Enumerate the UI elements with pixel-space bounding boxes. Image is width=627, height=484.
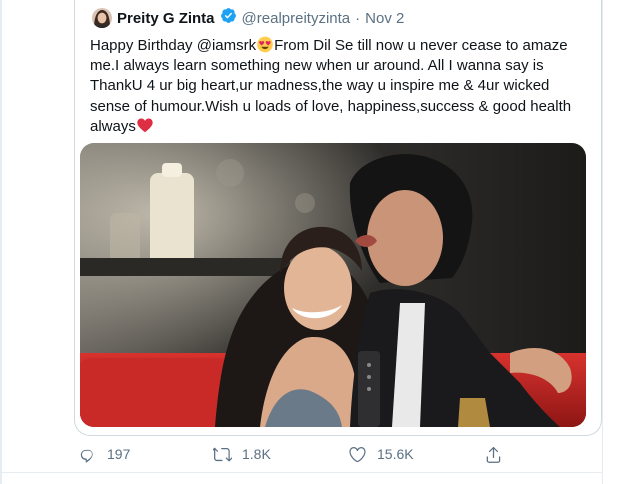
timeline-divider [0, 0, 2, 484]
retweet-button[interactable]: 1.8K [213, 442, 271, 466]
tweet-bottom-divider [0, 472, 602, 473]
reply-button[interactable]: 197 [78, 442, 130, 466]
share-icon [484, 445, 503, 464]
reply-count: 197 [107, 446, 131, 462]
tweet-header: Preity G Zinta @realpreityzinta · Nov 2 [92, 8, 404, 28]
share-button[interactable] [484, 442, 503, 466]
red-heart-emoji-icon [136, 117, 154, 134]
tweet-photo[interactable] [80, 143, 586, 427]
user-handle[interactable]: @realpreityzinta [242, 10, 351, 27]
like-icon [348, 445, 367, 464]
retweet-count: 1.8K [242, 446, 271, 462]
tweet-text-part1: Happy Birthday @iamsrk [90, 37, 257, 54]
like-button[interactable]: 15.6K [348, 442, 414, 466]
retweet-icon [213, 445, 232, 464]
reply-icon [78, 445, 97, 464]
tweet-date[interactable]: Nov 2 [365, 10, 404, 27]
verified-icon [220, 7, 237, 29]
tweet-action-bar: 197 1.8K 15.6K [0, 440, 602, 468]
heart-eyes-emoji-icon [256, 36, 274, 53]
separator-dot: · [355, 9, 361, 27]
like-count: 15.6K [377, 446, 414, 462]
timeline-divider [602, 0, 603, 484]
avatar[interactable] [92, 8, 112, 28]
tweet-text: Happy Birthday @iamsrk From Dil Se till n… [90, 36, 590, 137]
display-name[interactable]: Preity G Zinta [117, 10, 215, 27]
tweet-container: Preity G Zinta @realpreityzinta · Nov 2 … [0, 0, 627, 484]
